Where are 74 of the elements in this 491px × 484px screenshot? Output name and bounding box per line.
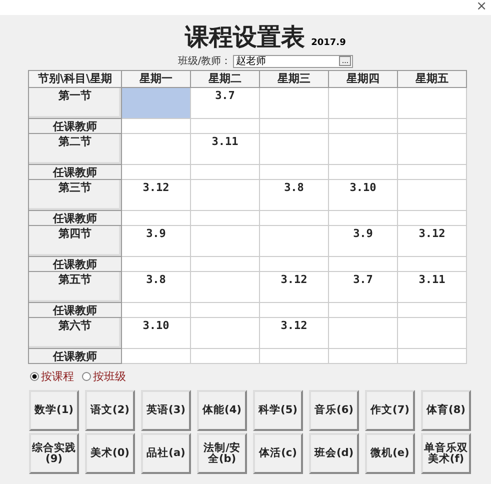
table-cell[interactable] <box>398 88 466 118</box>
subject-button[interactable]: 综合实践(9) <box>29 433 79 474</box>
table-cell[interactable]: 3.7 <box>328 272 398 302</box>
subject-button[interactable]: 音乐(6) <box>309 390 359 431</box>
period-header: 第一节 <box>28 88 122 118</box>
table-cell[interactable]: 3.7 <box>190 88 260 118</box>
table-cell[interactable] <box>260 226 328 256</box>
subject-button[interactable]: 美术(0) <box>85 433 135 474</box>
table-cell[interactable]: 3.9 <box>122 226 190 256</box>
table-cell[interactable] <box>122 134 190 164</box>
period-header: 第二节 <box>28 134 122 164</box>
form-title: 课程设置表 <box>185 21 306 53</box>
radio-button[interactable] <box>30 372 39 381</box>
browse-button[interactable]: ... <box>339 56 352 66</box>
table-cell[interactable]: 3.9 <box>328 226 398 256</box>
date-label: 2017.9 <box>311 38 346 48</box>
column-header: 星期二 <box>190 70 260 88</box>
subject-button[interactable]: 数学(1) <box>29 390 79 431</box>
subject-button[interactable]: 单音乐双美术(f) <box>421 433 471 474</box>
table-cell[interactable]: 3.12 <box>122 180 190 210</box>
teacher-row-header: 任课教师 <box>28 210 122 226</box>
field-label: 班级/教师： <box>178 54 232 68</box>
subject-button[interactable]: 体活(c) <box>253 433 303 474</box>
table-cell[interactable]: 3.10 <box>328 180 398 210</box>
table-cell[interactable]: 3.8 <box>260 180 328 210</box>
table-cell[interactable] <box>328 134 398 164</box>
table-cell[interactable]: 3.11 <box>398 272 466 302</box>
column-header: 节别\科目\星期 <box>28 70 122 88</box>
subject-button[interactable]: 语文(2) <box>85 390 135 431</box>
subject-button[interactable]: 班会(d) <box>309 433 359 474</box>
subject-button[interactable]: 微机(e) <box>365 433 415 474</box>
table-cell[interactable] <box>398 134 466 164</box>
period-header: 第三节 <box>28 180 122 210</box>
table-cell[interactable]: 3.10 <box>122 318 190 348</box>
subject-button[interactable]: 法制/安全(b) <box>197 433 247 474</box>
table-cell[interactable] <box>260 88 328 118</box>
period-header: 第四节 <box>28 226 122 256</box>
subject-button[interactable]: 品社(a) <box>141 433 191 474</box>
table-cell[interactable] <box>122 88 190 118</box>
teacher-field[interactable]: 赵老师 ... <box>233 54 354 68</box>
table-cell[interactable] <box>190 318 260 348</box>
subject-button[interactable]: 科学(5) <box>253 390 303 431</box>
period-header: 第六节 <box>28 318 122 348</box>
table-cell[interactable] <box>260 134 328 164</box>
column-header: 星期一 <box>122 70 190 88</box>
close-button[interactable]: × <box>476 0 487 15</box>
table-cell[interactable]: 3.12 <box>260 318 328 348</box>
period-header: 第五节 <box>28 272 122 302</box>
column-header: 星期三 <box>260 70 328 88</box>
table-cell[interactable] <box>190 180 260 210</box>
column-header: 星期五 <box>398 70 466 88</box>
table-cell[interactable] <box>190 226 260 256</box>
teacher-row-header: 任课教师 <box>28 118 122 134</box>
table-cell[interactable] <box>328 88 398 118</box>
subject-button[interactable]: 英语(3) <box>141 390 191 431</box>
subject-button[interactable]: 体育(8) <box>421 390 471 431</box>
table-cell[interactable]: 3.11 <box>190 134 260 164</box>
subject-button[interactable]: 作文(7) <box>365 390 415 431</box>
radio-label[interactable]: 按班级 <box>93 369 126 384</box>
table-cell[interactable] <box>190 272 260 302</box>
table-cell[interactable]: 3.12 <box>398 226 466 256</box>
table-cell[interactable] <box>398 180 466 210</box>
subject-button[interactable]: 体能(4) <box>197 390 247 431</box>
teacher-row-header: 任课教师 <box>28 164 122 180</box>
teacher-row-header: 任课教师 <box>28 302 122 318</box>
table-cell[interactable]: 3.8 <box>122 272 190 302</box>
radio-button[interactable] <box>82 372 91 381</box>
teacher-row-header: 任课教师 <box>28 348 122 364</box>
table-cell[interactable] <box>328 318 398 348</box>
teacher-row-header: 任课教师 <box>28 256 122 272</box>
column-header: 星期四 <box>328 70 398 88</box>
table-cell[interactable] <box>398 318 466 348</box>
radio-label[interactable]: 按课程 <box>41 369 74 384</box>
table-cell[interactable]: 3.12 <box>260 272 328 302</box>
